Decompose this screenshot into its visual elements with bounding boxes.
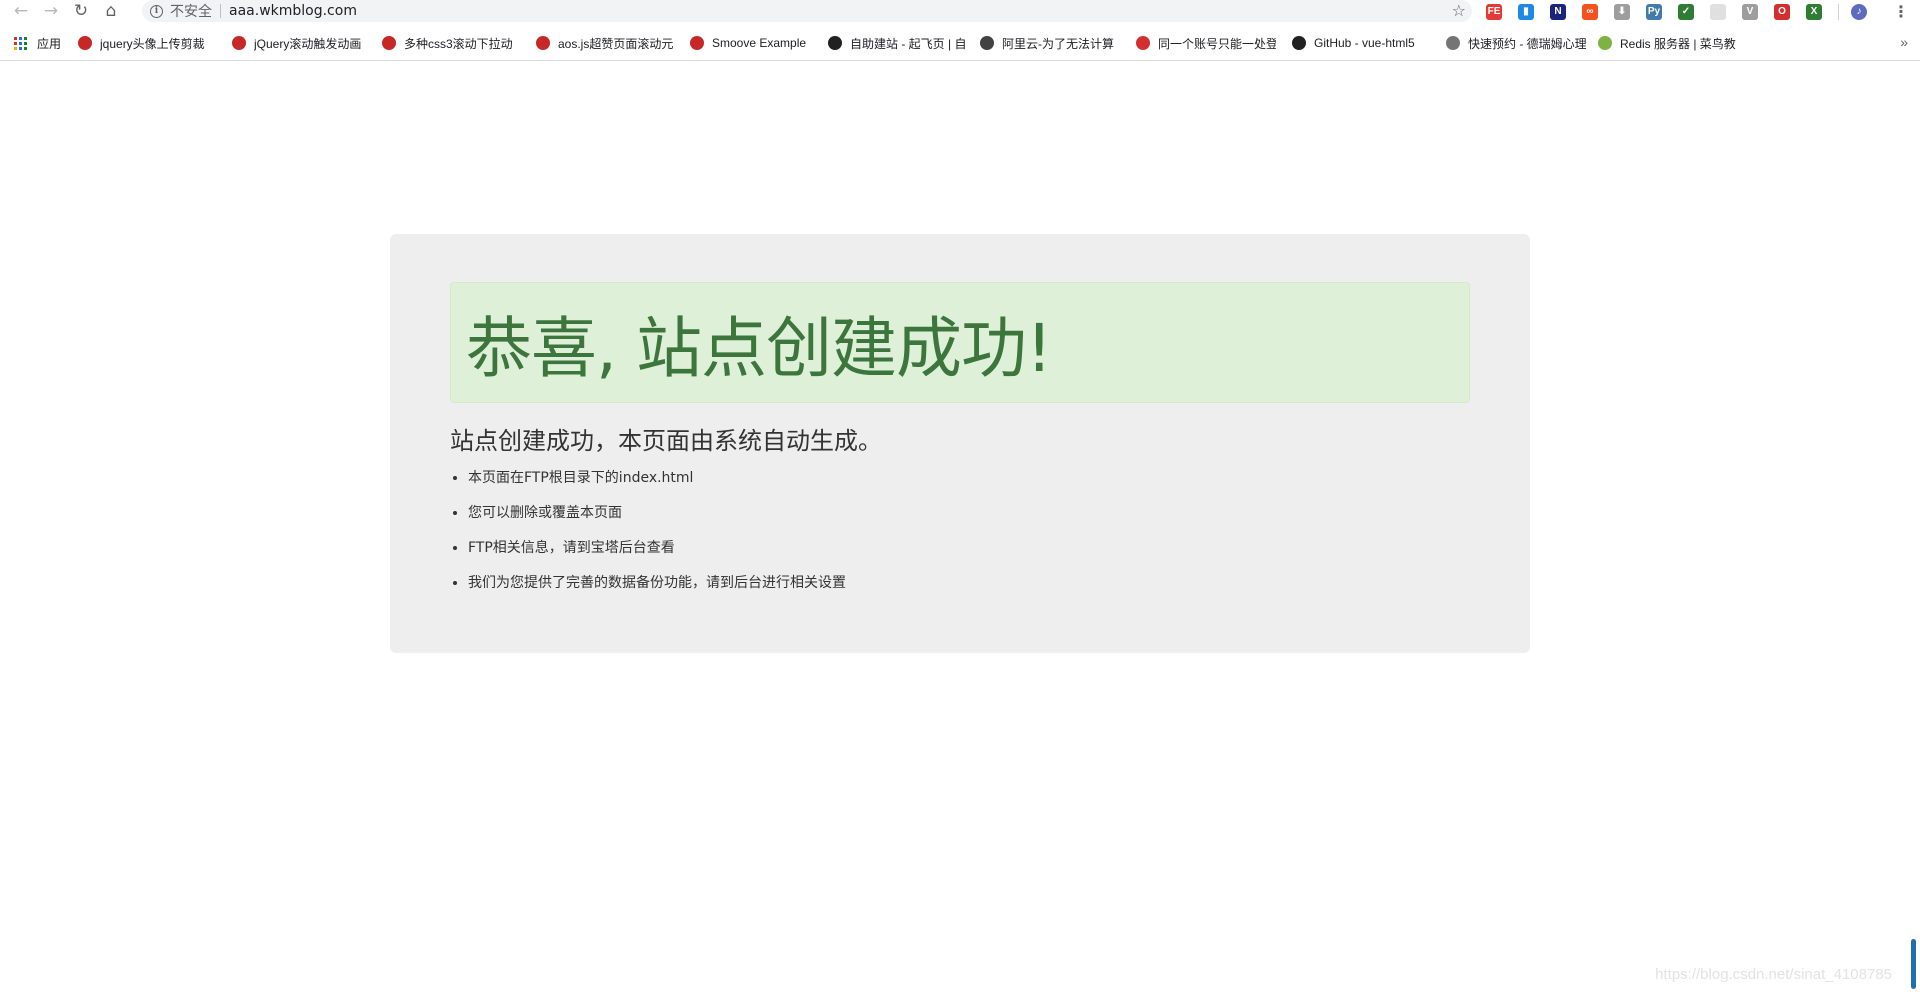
trash-icon[interactable]: ▮ (1518, 3, 1534, 20)
url-text[interactable]: aaa.wkmblog.com (229, 3, 357, 19)
bookmarks-more-icon[interactable]: » (1900, 34, 1908, 50)
watermark: https://blog.csdn.net/sinat_4108785 (1655, 966, 1892, 983)
extension-divider (1838, 3, 1839, 20)
lead-text: 站点创建成功，本页面由系统自动生成。 (450, 427, 882, 455)
download-icon[interactable]: ⬇ (1614, 3, 1630, 20)
bookmark-favicon-icon (1292, 36, 1306, 50)
bookmark-item[interactable]: 同一个账号只能一处登 (1136, 34, 1276, 52)
bookmark-label: 应用 (37, 36, 62, 51)
bookmark-item[interactable]: jQuery滚动触发动画 (232, 34, 361, 52)
list-item: 我们为您提供了完善的数据备份功能，请到后台进行相关设置 (468, 573, 846, 608)
bookmark-label: 自助建站 - 起飞页 | 自 (850, 36, 967, 51)
extensions-area: FE ▮ N ∞ ⬇ Py ✓ V O X ♪ (1486, 2, 1883, 21)
bookmark-label: Redis 服务器 | 菜鸟教 (1620, 36, 1736, 51)
fe-icon[interactable]: FE (1486, 3, 1502, 20)
forward-icon[interactable]: → (36, 1, 66, 23)
info-list: 本页面在FTP根目录下的index.html您可以删除或覆盖本页面FTP相关信息… (450, 468, 846, 608)
address-bar[interactable]: i 不安全 aaa.wkmblog.com ☆ (142, 0, 1472, 22)
bookmark-label: aos.js超赞页面滚动元 (558, 36, 674, 51)
bookmark-item[interactable]: 多种css3滚动下拉动 (382, 34, 513, 52)
infinity-icon[interactable]: ∞ (1582, 3, 1598, 20)
bookmarks-bar: 应用 jquery头像上传剪裁 jQuery滚动触发动画 多种css3滚动下拉动 ao… (0, 31, 1920, 55)
bookmark-favicon-icon (232, 36, 246, 50)
bookmark-label: Smoove Example (712, 36, 807, 50)
bookmark-favicon-icon (536, 36, 550, 50)
list-item: FTP相关信息，请到宝塔后台查看 (468, 538, 846, 573)
bookmark-item[interactable]: jquery头像上传剪裁 (78, 34, 205, 52)
success-alert: 恭喜, 站点创建成功! (450, 282, 1470, 403)
shield-icon[interactable]: ✓ (1678, 3, 1694, 20)
blank-ext-icon[interactable] (1710, 3, 1726, 20)
python-icon[interactable]: Py (1646, 3, 1662, 20)
bookmark-label: jQuery滚动触发动画 (254, 36, 362, 51)
bookmark-favicon-icon (980, 36, 994, 50)
bookmark-favicon-icon (1136, 36, 1150, 50)
bookmark-star-icon[interactable]: ☆ (1452, 1, 1466, 20)
security-label[interactable]: 不安全 (170, 1, 212, 21)
bookmark-item[interactable]: 阿里云-为了无法计算 (980, 34, 1114, 52)
bookmark-favicon-icon (1446, 36, 1460, 50)
bookmark-label: 快速预约 - 德瑞姆心理 (1468, 36, 1586, 51)
bookmark-apps[interactable]: 应用 (14, 34, 61, 52)
bookmark-item[interactable]: Smoove Example (690, 34, 806, 52)
reload-icon[interactable]: ↻ (66, 1, 96, 23)
bookmark-favicon-icon (828, 36, 842, 50)
bookmark-label: 阿里云-为了无法计算 (1002, 36, 1114, 51)
bookmark-label: jquery头像上传剪裁 (100, 36, 205, 51)
menu-icon[interactable]: ⋮ (1893, 0, 1909, 22)
bookmark-label: GitHub - vue-html5 (1314, 36, 1415, 50)
back-icon[interactable]: ← (6, 1, 36, 23)
address-separator (220, 4, 221, 18)
bookmark-favicon-icon (78, 36, 92, 50)
page-title: 恭喜, 站点创建成功! (466, 309, 1052, 387)
profile-avatar-icon[interactable]: ♪ (1851, 3, 1867, 20)
bookmark-favicon-icon (382, 36, 396, 50)
opera-icon[interactable]: O (1774, 3, 1790, 20)
page-content: 恭喜, 站点创建成功! 站点创建成功，本页面由系统自动生成。 本页面在FTP根目… (0, 61, 1920, 999)
bookmark-item[interactable]: GitHub - vue-html5 (1292, 34, 1415, 52)
apps-grid-icon (14, 36, 27, 50)
bookmark-item[interactable]: 快速预约 - 德瑞姆心理 (1446, 34, 1586, 52)
jumbotron: 恭喜, 站点创建成功! 站点创建成功，本页面由系统自动生成。 本页面在FTP根目… (390, 234, 1530, 653)
excel-icon[interactable]: X (1806, 3, 1822, 20)
vue-icon[interactable]: V (1742, 3, 1758, 20)
bookmark-item[interactable]: aos.js超赞页面滚动元 (536, 34, 673, 52)
bookmark-favicon-icon (1598, 36, 1612, 50)
bookmark-item[interactable]: Redis 服务器 | 菜鸟教 (1598, 34, 1736, 52)
info-icon[interactable]: i (150, 4, 163, 18)
bookmark-item[interactable]: 自助建站 - 起飞页 | 自 (828, 34, 966, 52)
bookmark-label: 多种css3滚动下拉动 (404, 36, 513, 51)
browser-toolbar: ← → ↻ ⌂ i 不安全 aaa.wkmblog.com ☆ FE ▮ N ∞ ⬇ Py… (0, 0, 1920, 23)
home-icon[interactable]: ⌂ (96, 1, 126, 23)
list-item: 您可以删除或覆盖本页面 (468, 503, 846, 538)
notion-n-icon[interactable]: N (1550, 3, 1566, 20)
bookmark-label: 同一个账号只能一处登 (1158, 36, 1276, 51)
bookmark-favicon-icon (690, 36, 704, 50)
list-item: 本页面在FTP根目录下的index.html (468, 468, 846, 503)
scrollbar-thumb[interactable] (1911, 939, 1916, 989)
browser-chrome: ← → ↻ ⌂ i 不安全 aaa.wkmblog.com ☆ FE ▮ N ∞ ⬇ Py… (0, 0, 1920, 61)
